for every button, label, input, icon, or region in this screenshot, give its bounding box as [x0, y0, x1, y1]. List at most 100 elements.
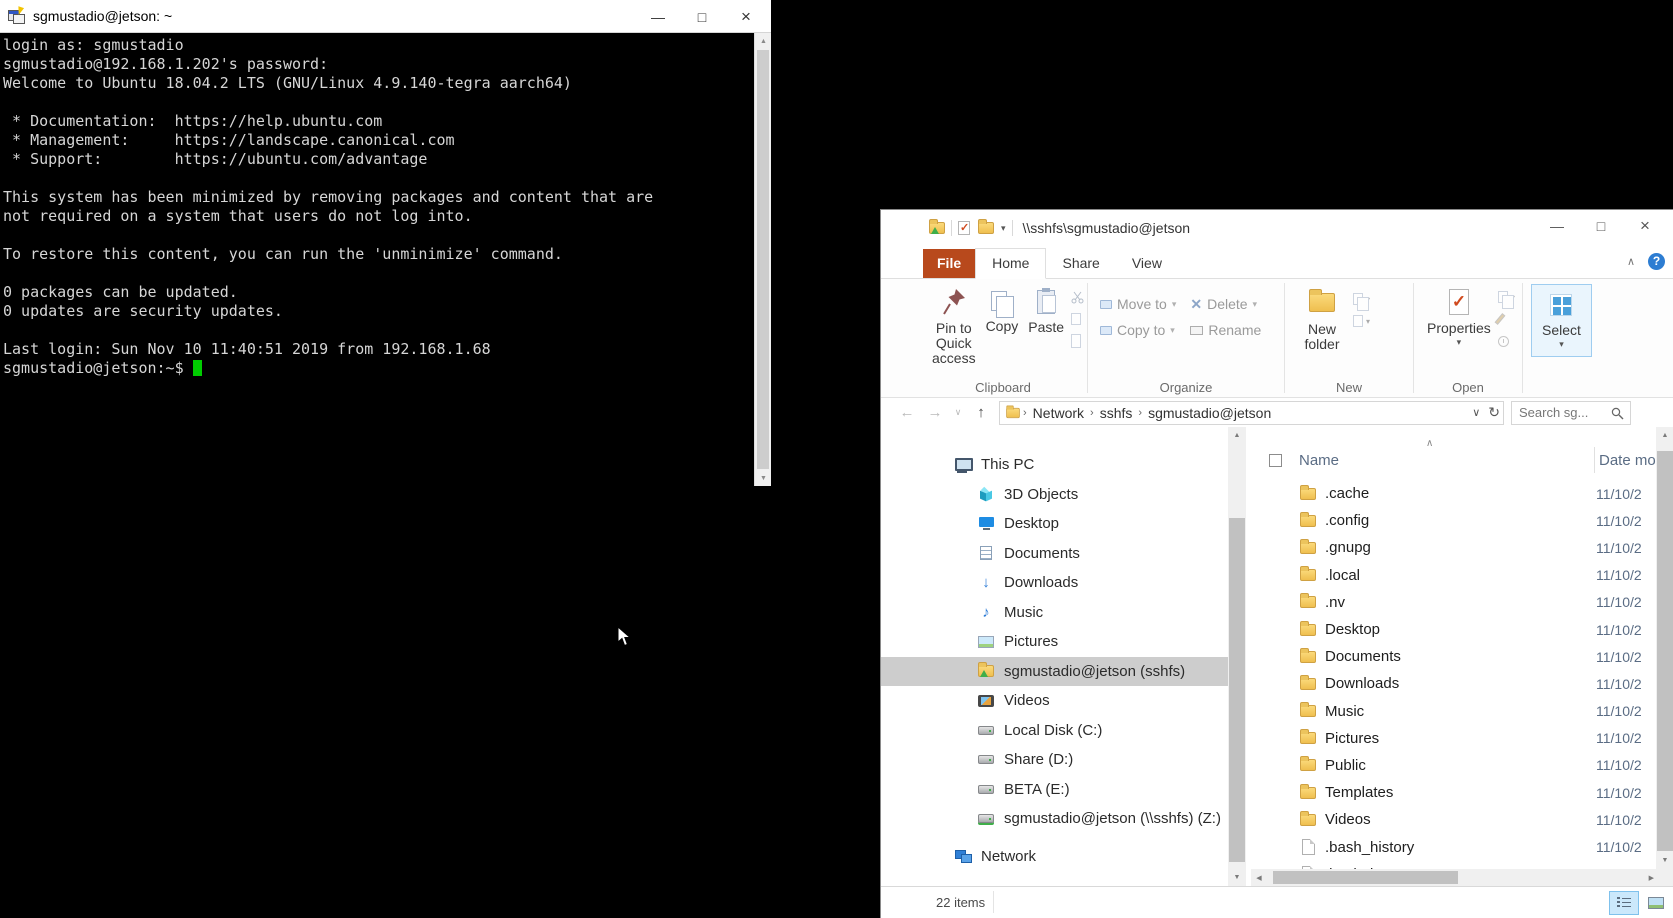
- nav-item-documents[interactable]: Documents: [881, 539, 1228, 569]
- nav-item-downloads[interactable]: ↓Downloads: [881, 568, 1228, 598]
- back-button[interactable]: ←: [893, 404, 921, 421]
- move-to-button[interactable]: Move to ▾: [1096, 291, 1180, 317]
- address-dropdown-icon[interactable]: ∨: [1472, 406, 1480, 419]
- file-row-pictures[interactable]: Pictures11/10/2: [1251, 725, 1656, 752]
- properties-button[interactable]: Properties ▾: [1422, 284, 1496, 351]
- putty-titlebar[interactable]: sgmustadio@jetson: ~ — □ ×: [0, 0, 771, 33]
- ribbon-group-clipboard: Pin to Quick access Copy Paste: [919, 279, 1087, 397]
- explorer-minimize-button[interactable]: —: [1535, 210, 1579, 242]
- new-item-button[interactable]: ▾: [1353, 288, 1370, 310]
- nav-item-sgmustadio-jetson-sshfs-z[interactable]: sgmustadio@jetson (\\sshfs) (Z:): [881, 804, 1228, 834]
- scroll-down-icon[interactable]: ▼: [1656, 857, 1673, 864]
- file-row-public[interactable]: Public11/10/2: [1251, 752, 1656, 779]
- tab-view[interactable]: View: [1116, 249, 1178, 278]
- explorer-maximize-button[interactable]: □: [1579, 210, 1623, 242]
- file-row-nv[interactable]: .nv11/10/2: [1251, 589, 1656, 616]
- file-row-templates[interactable]: Templates11/10/2: [1251, 779, 1656, 806]
- select-button[interactable]: Select ▾: [1531, 284, 1592, 357]
- search-input[interactable]: Search sg...: [1511, 401, 1631, 425]
- file-row-config[interactable]: .config11/10/2: [1251, 507, 1656, 534]
- paste-button[interactable]: Paste: [1023, 284, 1069, 338]
- breadcrumb-sshfs[interactable]: sshfs: [1096, 405, 1137, 421]
- folder-icon: [1299, 732, 1317, 744]
- edit-button[interactable]: [1498, 308, 1515, 330]
- horizontal-scrollbar-thumb[interactable]: [1273, 871, 1458, 884]
- column-divider[interactable]: [1594, 447, 1595, 473]
- nav-item-share-d[interactable]: Share (D:): [881, 745, 1228, 775]
- terminal-scrollbar-thumb[interactable]: [757, 50, 769, 469]
- paste-shortcut-button[interactable]: [1071, 330, 1084, 352]
- nav-item-videos[interactable]: Videos: [881, 686, 1228, 716]
- scroll-up-icon[interactable]: ▲: [755, 33, 772, 49]
- file-row-bash-history[interactable]: .bash_history11/10/2: [1251, 833, 1656, 860]
- file-list-scrollbar[interactable]: ▲ ▼: [1656, 427, 1673, 869]
- scroll-down-icon[interactable]: ▼: [755, 470, 772, 486]
- search-icon[interactable]: [1611, 407, 1624, 420]
- copy-button[interactable]: Copy: [981, 284, 1024, 337]
- collapse-ribbon-icon[interactable]: ∧: [1627, 255, 1635, 268]
- file-row-music[interactable]: Music11/10/2: [1251, 698, 1656, 725]
- file-row-desktop[interactable]: Desktop11/10/2: [1251, 616, 1656, 643]
- explorer-close-button[interactable]: ×: [1623, 210, 1667, 242]
- nav-item-sgmustadio-jetson-sshfs[interactable]: sgmustadio@jetson (sshfs): [881, 657, 1228, 687]
- breadcrumb-current-folder[interactable]: sgmustadio@jetson: [1144, 405, 1275, 421]
- history-button[interactable]: [1498, 330, 1515, 352]
- file-list-scrollbar-thumb[interactable]: [1657, 451, 1673, 851]
- easy-access-button[interactable]: ▾: [1353, 310, 1370, 332]
- scroll-left-icon[interactable]: ◀: [1251, 874, 1267, 882]
- horizontal-scrollbar[interactable]: ◀ ▶: [1251, 869, 1656, 886]
- scroll-up-icon[interactable]: ▲: [1656, 432, 1673, 439]
- nav-item-network[interactable]: Network: [881, 842, 1228, 872]
- copy-to-button[interactable]: Copy to ▾: [1096, 317, 1180, 343]
- help-icon[interactable]: ?: [1648, 253, 1665, 270]
- file-row-cache[interactable]: .cache11/10/2: [1251, 480, 1656, 507]
- scroll-up-icon[interactable]: ▲: [1228, 432, 1246, 439]
- refresh-icon[interactable]: ↻: [1488, 404, 1500, 421]
- forward-button[interactable]: →: [921, 404, 949, 421]
- file-row-local[interactable]: .local11/10/2: [1251, 562, 1656, 589]
- breadcrumb-network[interactable]: Network: [1029, 405, 1088, 421]
- column-header-date-modified[interactable]: Date mo: [1599, 452, 1656, 469]
- scroll-right-icon[interactable]: ▶: [1649, 874, 1654, 882]
- nav-item-desktop[interactable]: Desktop: [881, 509, 1228, 539]
- nav-item-this-pc[interactable]: This PC: [881, 450, 1228, 480]
- up-button[interactable]: ↑: [967, 404, 995, 421]
- qat-properties-icon[interactable]: [958, 221, 970, 235]
- delete-button[interactable]: ✕ Delete ▾: [1186, 291, 1265, 317]
- cut-button[interactable]: [1071, 286, 1084, 308]
- nav-item-music[interactable]: ♪Music: [881, 598, 1228, 628]
- putty-close-button[interactable]: ×: [724, 0, 768, 33]
- select-all-checkbox[interactable]: [1269, 454, 1282, 467]
- nav-scrollbar-thumb[interactable]: [1229, 518, 1245, 862]
- rename-button[interactable]: Rename: [1186, 317, 1265, 343]
- pin-to-quick-access-button[interactable]: Pin to Quick access: [927, 284, 981, 369]
- nav-item-3d-objects[interactable]: 3D Objects: [881, 480, 1228, 510]
- address-bar[interactable]: › Network › sshfs › sgmustadio@jetson ∨ …: [999, 401, 1504, 425]
- copy-path-button[interactable]: [1071, 308, 1084, 330]
- terminal-scrollbar[interactable]: ▲ ▼: [754, 33, 771, 486]
- file-row-videos[interactable]: Videos11/10/2: [1251, 806, 1656, 833]
- nav-item-beta-e[interactable]: BETA (E:): [881, 775, 1228, 805]
- terminal-area[interactable]: login as: sgmustadio sgmustadio@192.168.…: [0, 33, 754, 486]
- qat-new-folder-icon[interactable]: [978, 222, 994, 234]
- explorer-titlebar[interactable]: ▾ \\sshfs\sgmustadio@jetson — □ ×: [881, 210, 1673, 246]
- tab-share[interactable]: Share: [1046, 249, 1115, 278]
- file-row-downloads[interactable]: Downloads11/10/2: [1251, 670, 1656, 697]
- tab-home[interactable]: Home: [975, 248, 1046, 279]
- tab-file[interactable]: File: [923, 249, 975, 278]
- file-row-gnupg[interactable]: .gnupg11/10/2: [1251, 534, 1656, 561]
- recent-locations-icon[interactable]: ∨: [949, 407, 967, 418]
- putty-maximize-button[interactable]: □: [680, 0, 724, 33]
- scroll-down-icon[interactable]: ▼: [1228, 874, 1246, 881]
- file-row-documents[interactable]: Documents11/10/2: [1251, 643, 1656, 670]
- putty-minimize-button[interactable]: —: [636, 0, 680, 33]
- column-header-name[interactable]: Name: [1299, 452, 1339, 469]
- large-icons-view-button[interactable]: [1641, 891, 1671, 915]
- nav-item-pictures[interactable]: Pictures: [881, 627, 1228, 657]
- nav-pane-scrollbar[interactable]: ▲ ▼: [1228, 427, 1246, 886]
- details-view-button[interactable]: [1609, 891, 1639, 915]
- open-button[interactable]: ▾: [1498, 286, 1515, 308]
- nav-item-local-disk-c[interactable]: Local Disk (C:): [881, 716, 1228, 746]
- new-folder-button[interactable]: New folder: [1293, 284, 1351, 355]
- qat-customize-icon[interactable]: ▾: [1001, 223, 1006, 234]
